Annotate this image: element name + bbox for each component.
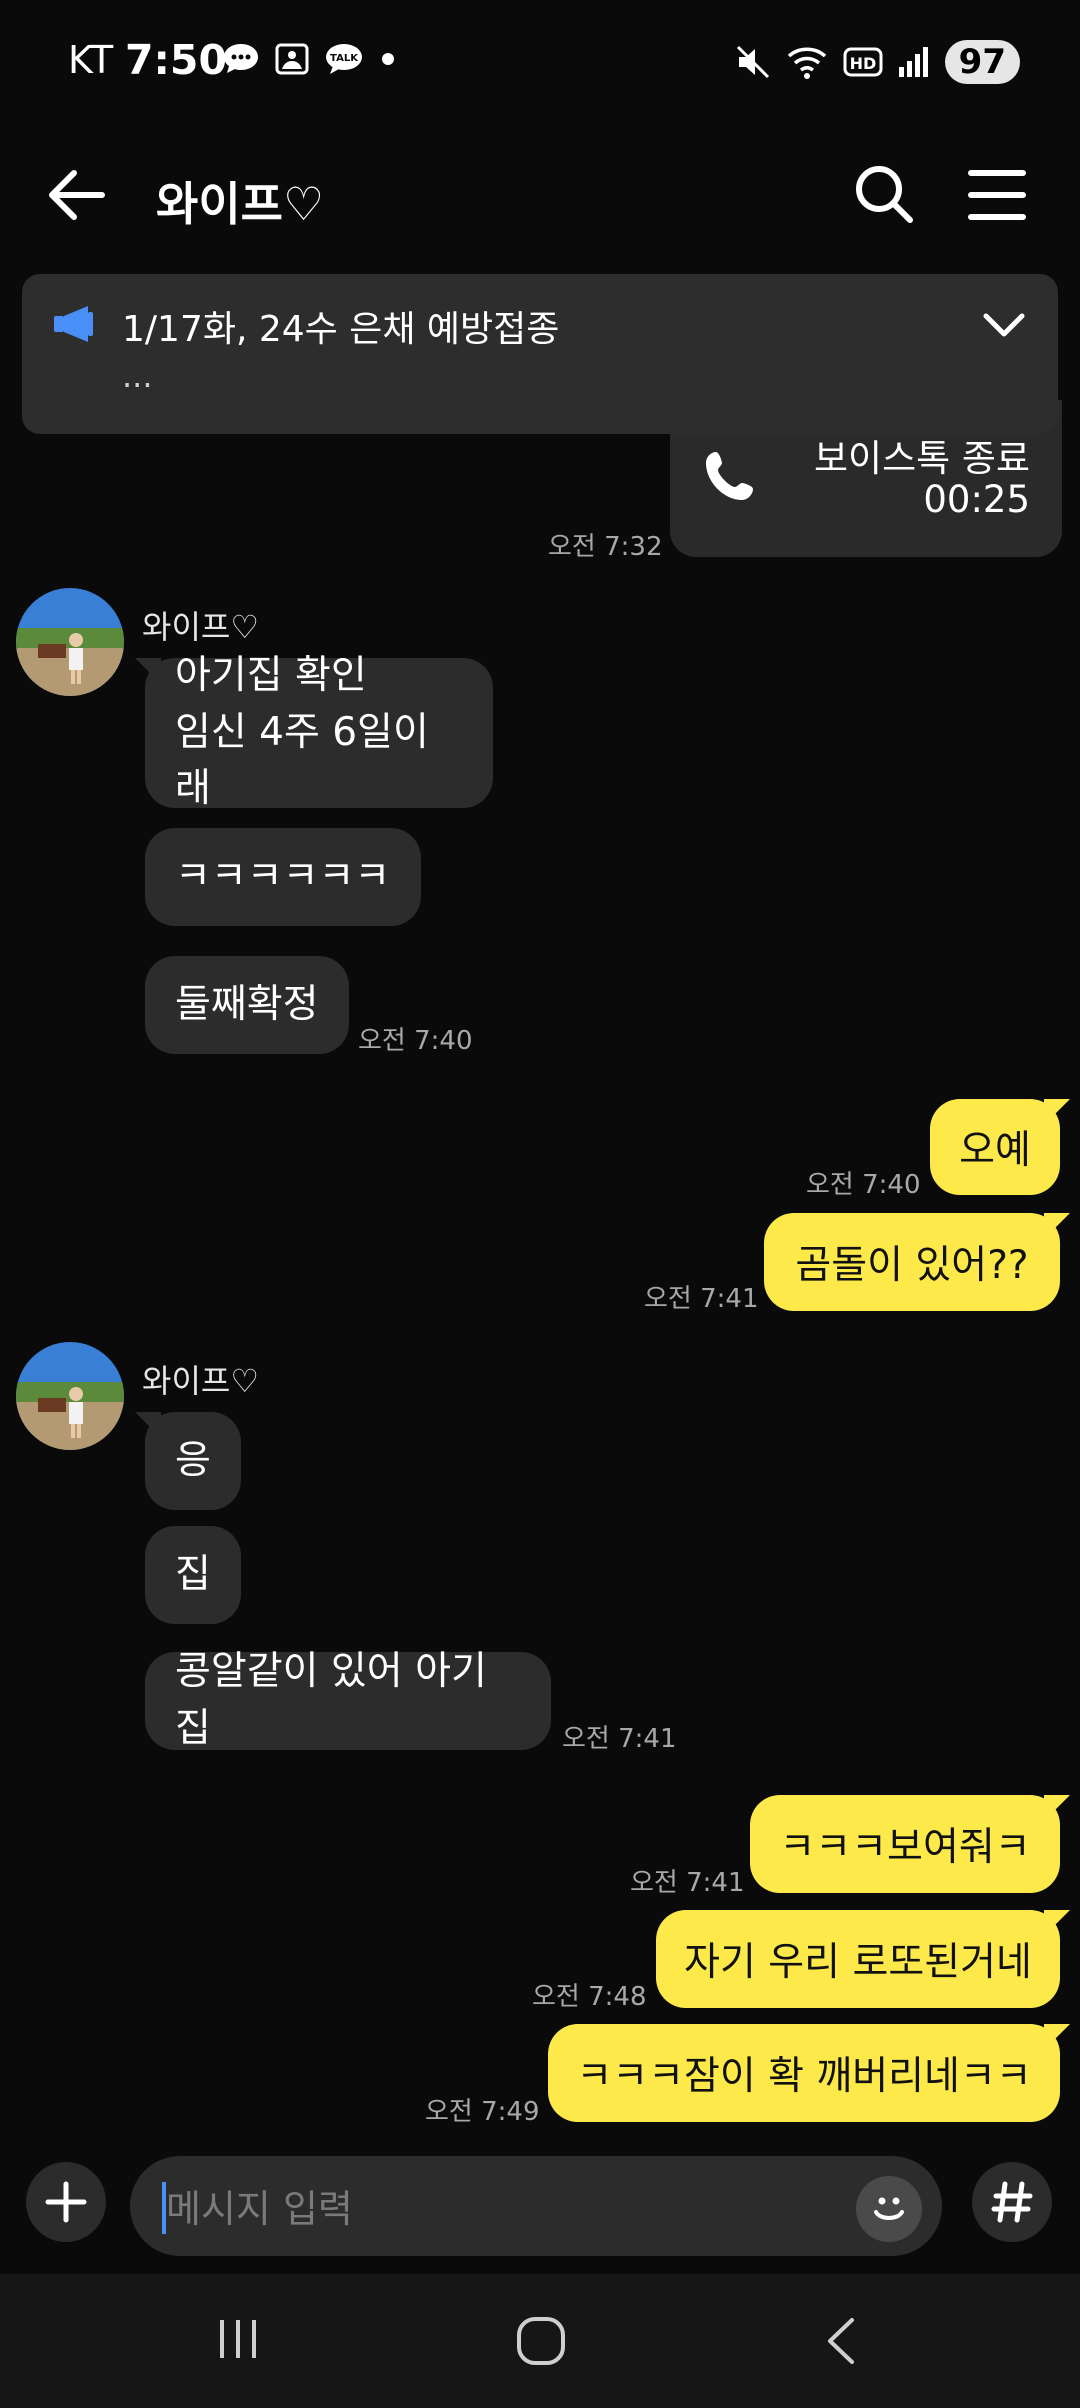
call-label: 보이스톡 종료 — [813, 437, 1030, 480]
notice-ellipsis: ... — [122, 357, 153, 395]
outgoing-message[interactable]: ㅋㅋㅋ잠이 확 깨버리네ㅋㅋ — [548, 2024, 1070, 2122]
back-button[interactable] — [42, 165, 112, 225]
nav-back-icon[interactable] — [822, 2314, 862, 2368]
phone-icon — [702, 448, 758, 508]
bubble-tail — [1044, 1213, 1070, 1239]
carrier-label: KT — [68, 38, 114, 82]
home-icon[interactable] — [514, 2314, 568, 2368]
battery-indicator: 97 — [944, 40, 1020, 84]
bubble-tail — [1044, 1910, 1070, 1936]
hashtag-button[interactable] — [972, 2162, 1052, 2242]
plus-icon — [45, 2181, 87, 2223]
message-time: 오전 7:40 — [806, 1170, 921, 1200]
system-icons: HD 97 — [735, 40, 1020, 84]
bubble-tail — [1044, 1795, 1070, 1821]
avatar[interactable] — [16, 588, 124, 696]
outgoing-text: 오예 — [959, 1128, 1031, 1173]
outgoing-text: 자기 우리 로또된거네 — [684, 1940, 1032, 1985]
outgoing-message[interactable]: 자기 우리 로또된거네 — [656, 1910, 1070, 2008]
menu-button[interactable] — [965, 165, 1029, 225]
megaphone-icon — [52, 302, 96, 350]
outgoing-text: ㅋㅋㅋ보여줘ㅋ — [779, 1825, 1031, 1870]
mute-icon — [736, 45, 769, 79]
notice-banner[interactable] — [22, 274, 1058, 434]
bubble-tail — [1044, 2024, 1070, 2050]
bubble-tail — [1044, 1099, 1070, 1125]
sender-name: 와이프♡ — [142, 608, 260, 646]
emoji-icon — [874, 2197, 904, 2220]
hd-voice-icon: HD — [843, 47, 883, 77]
incoming-message[interactable]: 집 — [145, 1526, 241, 1624]
notice-text: 1/17화, 24수 은채 예방접종 — [122, 309, 560, 350]
incoming-message[interactable]: 아기집 확인 임신 4주 6일이래 — [145, 653, 493, 811]
message-time: 오전 7:41 — [562, 1724, 677, 1754]
talk-icon: TALK — [326, 44, 362, 74]
message-time: 오전 7:41 — [630, 1868, 745, 1898]
system-nav-bar — [0, 2274, 1080, 2408]
chat-title: 와이프♡ — [156, 177, 325, 231]
sender-name: 와이프♡ — [142, 1362, 260, 1400]
outgoing-message[interactable]: ㅋㅋㅋ보여줘ㅋ — [750, 1795, 1070, 1893]
search-icon — [856, 166, 913, 223]
outgoing-message[interactable]: 오예 — [930, 1099, 1070, 1195]
outgoing-text: 곰돌이 있어?? — [795, 1243, 1029, 1288]
message-time: 오전 7:41 — [644, 1284, 759, 1314]
emoji-button[interactable] — [856, 2176, 922, 2242]
message-time: 오전 7:49 — [425, 2097, 540, 2127]
svg-text:TALK: TALK — [330, 53, 359, 64]
status-bar: KT 7:50 TALK HD 97 — [0, 0, 1080, 125]
gallery-icon — [275, 43, 309, 75]
signal-icon — [898, 47, 928, 77]
avatar[interactable] — [16, 1342, 124, 1450]
message-time: 오전 7:32 — [548, 532, 663, 562]
svg-text:HD: HD — [849, 54, 876, 73]
hash-icon — [991, 2181, 1033, 2223]
wifi-icon — [787, 47, 826, 79]
notification-icons: TALK — [222, 42, 398, 76]
chat-bubble-icon — [224, 44, 258, 73]
incoming-message[interactable]: 둘째확정 — [145, 956, 349, 1054]
search-button[interactable] — [852, 162, 916, 226]
outgoing-text: ㅋㅋㅋ잠이 확 깨버리네ㅋㅋ — [576, 2054, 1032, 2099]
back-arrow-icon — [49, 170, 105, 220]
attach-button[interactable] — [26, 2162, 106, 2242]
message-time: 오전 7:48 — [532, 1982, 647, 2012]
chevron-down-icon[interactable] — [980, 310, 1028, 344]
incoming-message[interactable]: ㅋㅋㅋㅋㅋㅋ — [145, 828, 421, 926]
clock: 7:50 — [125, 36, 227, 84]
dot-icon — [382, 53, 394, 65]
outgoing-message[interactable]: 곰돌이 있어?? — [764, 1213, 1070, 1311]
message-time: 오전 7:40 — [358, 1026, 473, 1056]
recent-apps-icon[interactable] — [214, 2314, 264, 2364]
menu-icon — [968, 170, 1026, 220]
text-cursor — [162, 2182, 166, 2234]
message-input[interactable] — [164, 2180, 848, 2238]
call-duration: 00:25 — [923, 478, 1030, 521]
incoming-message[interactable]: 콩알같이 있어 아기집 — [145, 1649, 551, 1751]
